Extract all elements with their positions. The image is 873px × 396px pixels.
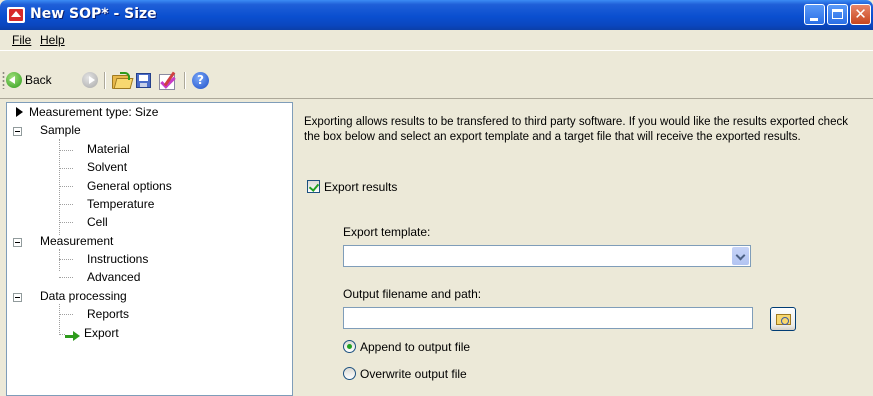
- save-icon[interactable]: [136, 73, 151, 88]
- tree-item-solvent[interactable]: Solvent: [87, 160, 127, 174]
- tree-expand-icon[interactable]: [13, 293, 22, 302]
- maximize-icon: [832, 9, 843, 19]
- tree-item-general-options[interactable]: General options: [87, 179, 172, 193]
- output-filename-label: Output filename and path:: [343, 287, 482, 301]
- radio-dot: [347, 344, 352, 349]
- append-label: Append to output file: [360, 340, 471, 354]
- tree-item-temperature[interactable]: Temperature: [87, 197, 154, 211]
- tree-item-measurement-type[interactable]: Measurement type: Size: [29, 105, 158, 119]
- minimize-icon: [810, 18, 818, 21]
- tree-expand-icon[interactable]: [13, 238, 22, 247]
- menu-help-label: Help: [40, 33, 65, 47]
- toolbar-grip[interactable]: [2, 71, 5, 89]
- export-results-checkbox[interactable]: [307, 180, 320, 193]
- tree-connector: [59, 204, 73, 205]
- maximize-button[interactable]: [827, 4, 848, 25]
- tree-connector: [59, 186, 73, 187]
- tree-expand-icon[interactable]: [13, 127, 22, 136]
- tree-connector: [59, 168, 73, 169]
- open-folder-icon[interactable]: [112, 72, 134, 89]
- export-template-dropdown[interactable]: [343, 245, 751, 267]
- menu-bar: File Help: [0, 30, 873, 50]
- tree-collapse-arrow-icon[interactable]: [16, 107, 23, 117]
- menu-help[interactable]: Help: [40, 33, 65, 47]
- close-button[interactable]: ✕: [850, 4, 871, 25]
- export-panel: Exporting allows results to be transfere…: [296, 102, 873, 396]
- checkmark-icon: [308, 181, 320, 192]
- output-filename-input[interactable]: [343, 307, 753, 329]
- tree-item-data-processing[interactable]: Data processing: [40, 289, 127, 303]
- menu-file-label: File: [12, 33, 32, 47]
- tree-connector: [59, 222, 73, 223]
- export-description: Exporting allows results to be transfere…: [304, 116, 848, 143]
- tree-item-reports[interactable]: Reports: [87, 307, 129, 321]
- toolbar: Back ?: [0, 50, 873, 99]
- app-icon: [7, 7, 25, 23]
- back-button[interactable]: Back: [6, 70, 76, 90]
- tree-item-material[interactable]: Material: [87, 142, 130, 156]
- toolbar-separator: [104, 72, 106, 89]
- tree-connector: [59, 150, 73, 151]
- navigation-tree[interactable]: Measurement type: Size Sample Material S…: [6, 102, 293, 396]
- title-bar[interactable]: New SOP* - Size ✕: [0, 0, 873, 30]
- tree-connector: [59, 139, 60, 235]
- tree-item-sample[interactable]: Sample: [40, 123, 81, 137]
- tree-connector: [59, 249, 60, 271]
- browse-button[interactable]: [770, 307, 796, 331]
- dropdown-button[interactable]: [732, 247, 749, 265]
- menu-file[interactable]: File: [12, 33, 31, 47]
- tree-connector: [59, 314, 73, 315]
- export-results-label: Export results: [324, 180, 398, 194]
- back-label: Back: [25, 73, 52, 87]
- back-arrow-icon: [6, 72, 22, 88]
- tree-connector: [59, 259, 73, 260]
- tree-item-measurement[interactable]: Measurement: [40, 234, 113, 248]
- close-icon: ✕: [854, 5, 867, 23]
- window-title: New SOP* - Size: [30, 6, 157, 22]
- overwrite-label: Overwrite output file: [360, 367, 467, 381]
- tree-item-export[interactable]: Export: [84, 326, 119, 340]
- edit-icon[interactable]: [158, 71, 178, 90]
- tree-connector: [59, 304, 60, 335]
- tree-connector: [59, 277, 73, 278]
- toolbar-separator: [184, 72, 186, 89]
- tree-item-advanced[interactable]: Advanced: [87, 270, 140, 284]
- dropdown-chevron-icon: [735, 250, 746, 261]
- forward-arrow-icon[interactable]: [82, 72, 98, 88]
- minimize-button[interactable]: [804, 4, 825, 25]
- overwrite-radio[interactable]: [343, 367, 356, 380]
- tree-item-instructions[interactable]: Instructions: [87, 252, 148, 266]
- tree-item-cell[interactable]: Cell: [87, 215, 108, 229]
- append-radio[interactable]: [343, 340, 356, 353]
- tree-arrow-icon: [65, 331, 81, 341]
- export-template-label: Export template:: [343, 225, 431, 239]
- help-icon[interactable]: ?: [192, 72, 209, 89]
